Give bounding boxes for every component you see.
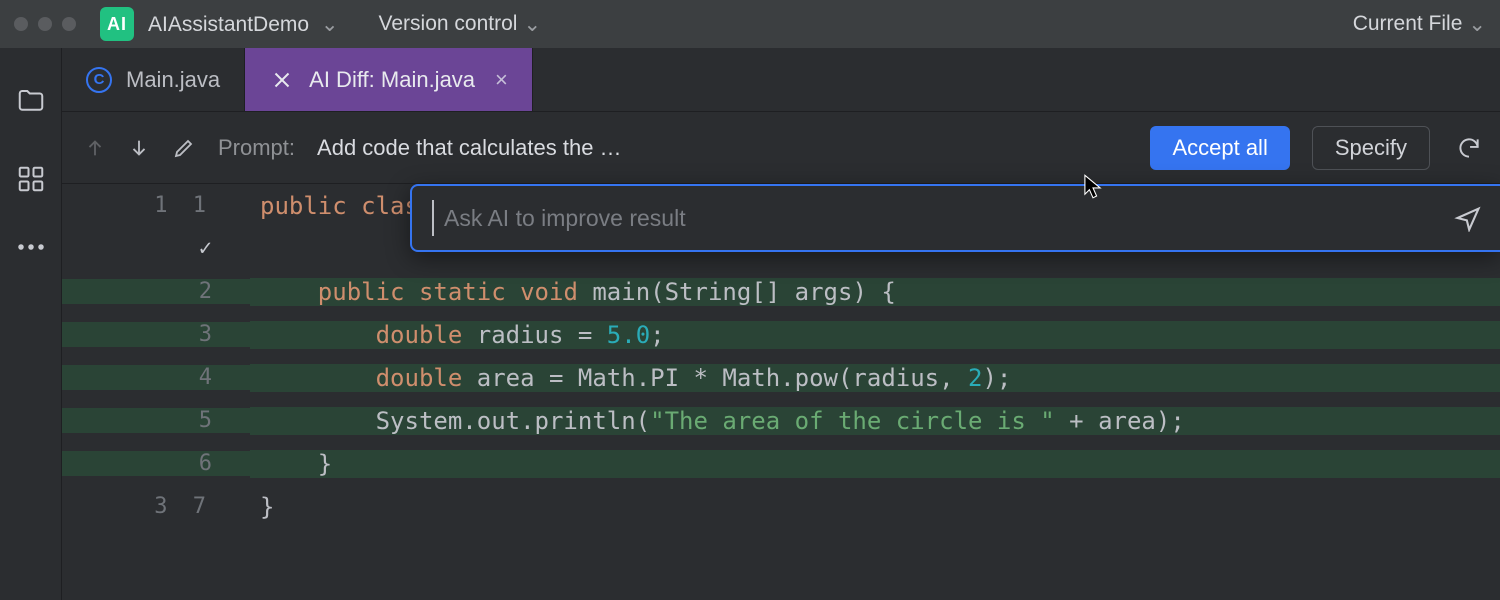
gutter-line-number: 1 1 bbox=[62, 193, 250, 218]
project-tool-icon[interactable] bbox=[16, 86, 46, 116]
titlebar: AI AIAssistantDemo ⌄ Version control ⌄ C… bbox=[0, 0, 1500, 48]
vcs-menu[interactable]: Version control ⌄ bbox=[379, 12, 542, 37]
chevron-down-icon: ⌄ bbox=[523, 12, 541, 37]
project-name-label: AIAssistantDemo bbox=[148, 13, 309, 36]
specify-label: Specify bbox=[1335, 135, 1407, 161]
tab-main-java[interactable]: C Main.java bbox=[62, 48, 245, 111]
code-line[interactable]: 4 double area = Math.PI * Math.pow(radiu… bbox=[62, 356, 1500, 399]
code-line[interactable]: 3 7 } bbox=[62, 485, 1500, 528]
code-line[interactable]: 2 public static void main(String[] args)… bbox=[62, 270, 1500, 313]
java-class-icon: C bbox=[86, 67, 112, 93]
tab-label: Main.java bbox=[126, 67, 220, 93]
diff-icon bbox=[269, 67, 295, 93]
ai-improve-popup bbox=[410, 184, 1500, 252]
workarea: C Main.java AI Diff: Main.java × Pr bbox=[0, 48, 1500, 600]
structure-tool-icon[interactable] bbox=[16, 164, 46, 194]
accept-all-button[interactable]: Accept all bbox=[1150, 126, 1289, 170]
specify-button[interactable]: Specify bbox=[1312, 126, 1430, 170]
tab-label: AI Diff: Main.java bbox=[309, 67, 475, 93]
chevron-down-icon: ⌄ bbox=[321, 13, 339, 36]
project-dropdown[interactable]: AIAssistantDemo ⌄ bbox=[148, 12, 339, 37]
close-tab-icon[interactable]: × bbox=[495, 67, 508, 93]
ai-badge-icon: AI bbox=[100, 7, 134, 41]
minimize-window-icon[interactable] bbox=[38, 17, 52, 31]
close-window-icon[interactable] bbox=[14, 17, 28, 31]
code-line[interactable]: 5 System.out.println("The area of the ci… bbox=[62, 399, 1500, 442]
window-traffic-lights bbox=[14, 17, 76, 31]
code-line[interactable]: 3 double radius = 5.0; bbox=[62, 313, 1500, 356]
editor-tabs: C Main.java AI Diff: Main.java × bbox=[62, 48, 1500, 112]
ai-improve-input[interactable] bbox=[434, 205, 1454, 232]
titlebar-right: Current File ⌄ bbox=[1353, 12, 1486, 37]
prev-change-icon[interactable] bbox=[84, 136, 106, 160]
scope-label: Current File bbox=[1353, 12, 1463, 36]
prompt-text: Add code that calculates the … bbox=[317, 135, 622, 161]
code-line[interactable]: 6 } bbox=[62, 442, 1500, 485]
tab-ai-diff[interactable]: AI Diff: Main.java × bbox=[245, 48, 533, 111]
editor-column: C Main.java AI Diff: Main.java × Pr bbox=[62, 48, 1500, 600]
regenerate-icon[interactable] bbox=[1456, 135, 1482, 161]
maximize-window-icon[interactable] bbox=[62, 17, 76, 31]
vcs-menu-label: Version control bbox=[379, 12, 518, 36]
accept-all-label: Accept all bbox=[1172, 135, 1267, 161]
chevron-down-icon: ⌄ bbox=[1468, 12, 1486, 37]
edit-prompt-icon[interactable] bbox=[172, 136, 196, 160]
next-change-icon[interactable] bbox=[128, 136, 150, 160]
left-tool-rail bbox=[0, 48, 62, 600]
code-editor[interactable]: 1 1 public class Main { ✓ 2 public stati… bbox=[62, 184, 1500, 600]
accept-change-icon[interactable]: ✓ bbox=[199, 236, 212, 261]
prompt-label: Prompt: bbox=[218, 135, 295, 161]
prompt-toolbar: Prompt: Add code that calculates the … A… bbox=[62, 112, 1500, 184]
scope-dropdown[interactable]: Current File ⌄ bbox=[1353, 12, 1486, 37]
send-icon[interactable] bbox=[1454, 204, 1482, 232]
more-tool-icon[interactable] bbox=[16, 242, 46, 252]
